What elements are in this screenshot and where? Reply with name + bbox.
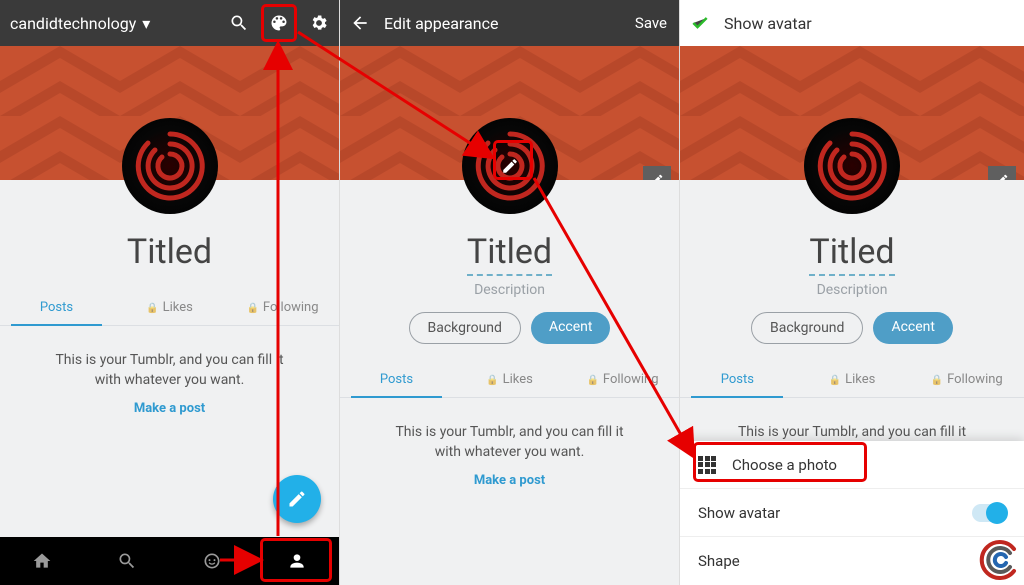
blog-body: Titled Posts 🔒Likes 🔒Following This is y… [0, 180, 339, 585]
tab-likes[interactable]: 🔒Likes [795, 362, 910, 397]
make-post-link[interactable]: Make a post [0, 401, 339, 416]
empty-state-text: This is your Tumblr, and you can fill it… [390, 422, 630, 463]
color-pills: Background Accent [340, 312, 679, 344]
lock-icon: 🔒 [486, 375, 498, 386]
topbar: candidtechnology ▾ [0, 0, 339, 46]
screen-blog: candidtechnology ▾ Titled Posts 🔒Likes 🔒… [0, 0, 340, 585]
back-icon[interactable] [340, 0, 380, 46]
empty-state-text: This is your Tumblr, and you can fill it… [50, 350, 290, 391]
lock-icon: 🔒 [829, 375, 841, 386]
confirm-icon[interactable] [680, 0, 720, 46]
blog-selector[interactable]: candidtechnology ▾ [0, 14, 154, 33]
header-title: Edit appearance [380, 14, 502, 33]
search-icon[interactable] [219, 0, 259, 46]
tab-following[interactable]: 🔒Following [566, 362, 679, 397]
background-pill[interactable]: Background [751, 312, 863, 344]
avatar[interactable] [804, 118, 900, 214]
blog-description[interactable]: Description [680, 282, 1024, 298]
make-post-link[interactable]: Make a post [340, 473, 679, 488]
color-pills: Background Accent [680, 312, 1024, 344]
edit-header-icon[interactable] [643, 166, 671, 180]
watermark-logo [976, 537, 1022, 583]
lock-icon: 🔒 [146, 303, 158, 314]
grid-icon [698, 456, 716, 474]
lock-icon: 🔒 [246, 303, 258, 314]
nav-home-icon[interactable] [0, 537, 85, 585]
show-avatar-toggle-item[interactable]: Show avatar [680, 489, 1024, 537]
nav-messaging-icon[interactable] [170, 537, 255, 585]
blog-description[interactable]: Description [340, 282, 679, 298]
tabs-row: Posts 🔒Likes 🔒Following [0, 290, 339, 326]
blog-title-editable[interactable]: Titled [467, 232, 552, 276]
chevron-down-icon: ▾ [142, 14, 150, 33]
blog-name: candidtechnology [10, 14, 136, 33]
gear-icon[interactable] [299, 0, 339, 46]
accent-pill[interactable]: Accent [531, 312, 611, 344]
choose-photo-item[interactable]: Choose a photo [680, 441, 1024, 489]
tabs-row: Posts 🔒Likes 🔒Following [340, 362, 679, 398]
shape-item[interactable]: Shape [680, 537, 1024, 585]
screen-show-avatar: Show avatar Titled Description Backgroun… [680, 0, 1024, 585]
avatar[interactable] [462, 118, 558, 214]
lock-icon: 🔒 [931, 375, 943, 386]
tab-posts[interactable]: Posts [680, 362, 795, 397]
header-title: Show avatar [720, 14, 816, 33]
compose-fab[interactable] [273, 475, 321, 523]
tab-following[interactable]: 🔒Following [226, 290, 339, 325]
nav-search-icon[interactable] [85, 537, 170, 585]
tab-likes[interactable]: 🔒Likes [453, 362, 566, 397]
topbar: Show avatar [680, 0, 1024, 46]
blog-title: Titled [0, 232, 339, 272]
avatar[interactable] [122, 118, 218, 214]
screen-edit-appearance: Edit appearance Save Titled Description … [340, 0, 680, 585]
palette-icon[interactable] [259, 0, 299, 46]
lock-icon: 🔒 [586, 375, 598, 386]
nav-account-icon[interactable] [254, 537, 339, 585]
toggle-switch[interactable] [972, 504, 1006, 522]
accent-pill[interactable]: Accent [873, 312, 953, 344]
bottom-nav [0, 537, 339, 585]
edit-avatar-icon[interactable] [497, 153, 523, 179]
tab-posts[interactable]: Posts [0, 290, 113, 325]
blog-body: Titled Description Background Accent Pos… [340, 180, 679, 585]
blog-title-editable[interactable]: Titled [809, 232, 894, 276]
edit-header-icon[interactable] [988, 166, 1016, 180]
tabs-row: Posts 🔒Likes 🔒Following [680, 362, 1024, 398]
avatar-options-sheet: Choose a photo Show avatar Shape [680, 441, 1024, 585]
tab-following[interactable]: 🔒Following [909, 362, 1024, 397]
tab-likes[interactable]: 🔒Likes [113, 290, 226, 325]
save-button[interactable]: Save [623, 14, 679, 32]
topbar: Edit appearance Save [340, 0, 679, 46]
background-pill[interactable]: Background [409, 312, 521, 344]
tab-posts[interactable]: Posts [340, 362, 453, 397]
